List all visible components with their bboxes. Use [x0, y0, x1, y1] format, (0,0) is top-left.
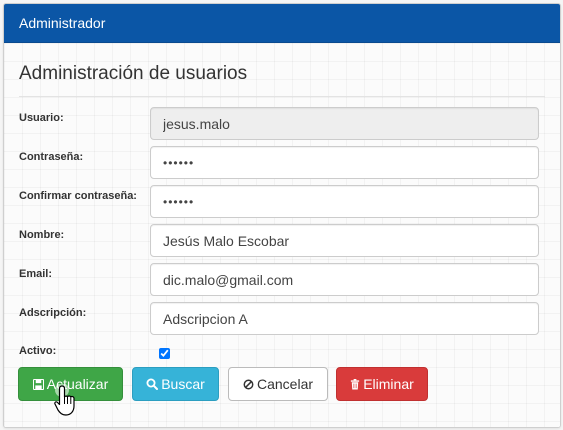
panel-body: Administración de usuarios Usuario: Cont… [4, 43, 560, 427]
trash-icon [351, 379, 360, 390]
actualizar-label: Actualizar [46, 376, 109, 392]
floppy-disk-icon [32, 378, 44, 391]
eliminar-label: Eliminar [363, 376, 414, 392]
cancelar-button[interactable]: Cancelar [228, 367, 328, 401]
confirmar-contrasena-field[interactable] [150, 185, 539, 218]
confirmar-contrasena-label: Confirmar contraseña: [19, 190, 137, 202]
activo-checkbox[interactable] [159, 348, 170, 359]
email-label: Email: [19, 268, 53, 280]
ban-icon [243, 379, 254, 390]
nombre-field[interactable] [150, 224, 539, 257]
admin-panel: Administrador Administración de usuarios… [3, 3, 561, 428]
usuario-field[interactable] [150, 107, 539, 140]
cancelar-label: Cancelar [256, 376, 314, 392]
panel-title: Administrador [19, 15, 106, 31]
title-divider [19, 96, 545, 97]
usuario-label: Usuario: [19, 112, 64, 124]
adscripcion-field[interactable] [150, 302, 539, 335]
search-icon [146, 378, 159, 390]
email-field[interactable] [150, 263, 539, 296]
adscripcion-label: Adscripción: [19, 307, 87, 319]
eliminar-button[interactable]: Eliminar [336, 367, 428, 401]
contrasena-field[interactable] [150, 146, 539, 179]
activo-label: Activo: [19, 345, 57, 357]
panel-header: Administrador [4, 4, 560, 43]
contrasena-label: Contraseña: [19, 151, 84, 163]
buscar-button[interactable]: Buscar [132, 367, 219, 401]
buscar-label: Buscar [161, 376, 205, 392]
form-title: Administración de usuarios [19, 63, 248, 84]
nombre-label: Nombre: [19, 229, 65, 241]
actualizar-button[interactable]: Actualizar [18, 367, 123, 401]
